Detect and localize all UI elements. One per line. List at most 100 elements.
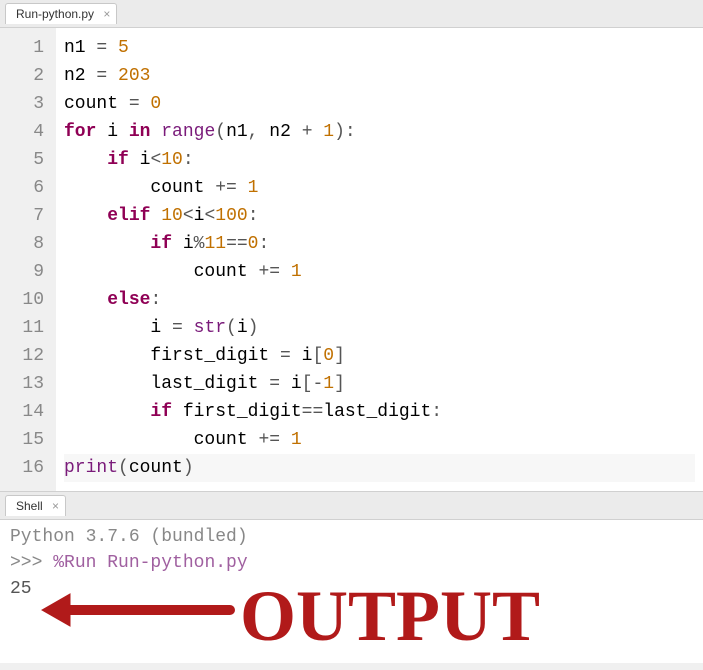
token-name: count [64,430,258,450]
token-name [150,206,161,226]
token-op: = [118,94,150,114]
shell-tab[interactable]: Shell × [5,495,66,516]
token-name [64,206,107,226]
token-op: < [204,206,215,226]
code-line[interactable]: if i%11==0: [64,230,695,258]
code-line[interactable]: elif 10<i<100: [64,202,695,230]
code-line[interactable]: i = str(i) [64,314,695,342]
close-icon[interactable]: × [52,499,59,513]
line-number: 4 [8,118,44,146]
code-line[interactable]: count += 1 [64,174,695,202]
code-line[interactable]: else: [64,286,695,314]
line-number: 5 [8,146,44,174]
token-name: first_digit [64,346,280,366]
token-num: 1 [323,122,334,142]
token-name: n2 [64,66,86,86]
token-name: n1 [226,122,248,142]
token-paren: [ [312,346,323,366]
code-line[interactable]: for i in range(n1, n2 + 1): [64,118,695,146]
editor-tab[interactable]: Run-python.py × [5,3,117,24]
token-name [64,402,150,422]
token-kw: if [150,402,172,422]
token-op: = [172,318,194,338]
code-editor[interactable]: 12345678910111213141516 n1 = 5n2 = 203co… [0,28,703,492]
line-number: 11 [8,314,44,342]
token-name: count [64,94,118,114]
token-name: i [237,318,248,338]
token-punc: : [345,122,356,142]
token-op: += [258,430,290,450]
token-num: 1 [248,178,259,198]
token-op: == [302,402,324,422]
token-punc: : [248,206,259,226]
line-number: 9 [8,258,44,286]
token-name: i [302,346,313,366]
code-line[interactable]: last_digit = i[-1] [64,370,695,398]
code-line[interactable]: count += 1 [64,426,695,454]
token-op: = [86,38,118,58]
shell-tab-bar: Shell × [0,492,703,520]
token-name: count [129,458,183,478]
token-name: count [64,262,258,282]
token-kw: else [107,290,150,310]
token-name [64,150,107,170]
line-number: 15 [8,426,44,454]
token-paren: ] [334,346,345,366]
code-line[interactable]: n2 = 203 [64,62,695,90]
code-line[interactable]: first_digit = i[0] [64,342,695,370]
token-name [150,122,161,142]
token-kw: in [129,122,151,142]
shell-run-cmd: %Run Run-python.py [53,553,247,573]
shell-result: 25 [10,576,693,602]
token-name: count [64,178,215,198]
token-op: < [150,150,161,170]
code-area[interactable]: n1 = 5n2 = 203count = 0for i in range(n1… [56,28,703,491]
token-builtin: str [194,318,226,338]
code-line[interactable]: count += 1 [64,258,695,286]
token-name: i [194,206,205,226]
token-paren: ] [334,374,345,394]
token-paren: ( [226,318,237,338]
token-num: 11 [204,234,226,254]
token-punc: : [183,150,194,170]
line-number: 3 [8,90,44,118]
token-name: i [291,374,302,394]
token-name: n1 [64,38,86,58]
token-name: last_digit [64,374,269,394]
code-line[interactable]: count = 0 [64,90,695,118]
line-number: 14 [8,398,44,426]
code-line[interactable]: if first_digit==last_digit: [64,398,695,426]
token-num: 10 [161,150,183,170]
line-number: 6 [8,174,44,202]
token-op: % [194,234,205,254]
code-line[interactable]: print(count) [64,454,695,482]
token-builtin: print [64,458,118,478]
token-op: += [215,178,247,198]
token-paren: ) [248,318,259,338]
shell-panel: Shell × Python 3.7.6 (bundled) >>> %Run … [0,492,703,663]
shell-output[interactable]: Python 3.7.6 (bundled) >>> %Run Run-pyth… [0,520,703,606]
shell-run-line: >>> %Run Run-python.py [10,550,693,576]
line-number: 8 [8,230,44,258]
token-kw: for [64,122,96,142]
shell-prompt: >>> [10,553,53,573]
token-kw: if [150,234,172,254]
token-op: + [291,122,323,142]
token-paren: ( [215,122,226,142]
line-number: 13 [8,370,44,398]
line-number: 16 [8,454,44,482]
line-number: 7 [8,202,44,230]
token-paren: ) [183,458,194,478]
token-punc: : [258,234,269,254]
line-number-gutter: 12345678910111213141516 [0,28,56,491]
token-paren: ( [118,458,129,478]
token-op: = [280,346,302,366]
code-line[interactable]: n1 = 5 [64,34,695,62]
token-num: 10 [161,206,183,226]
token-num: 0 [248,234,259,254]
token-op: = [269,374,291,394]
close-icon[interactable]: × [103,7,110,21]
code-line[interactable]: if i<10: [64,146,695,174]
token-name: i [129,150,151,170]
token-name: n2 [269,122,291,142]
